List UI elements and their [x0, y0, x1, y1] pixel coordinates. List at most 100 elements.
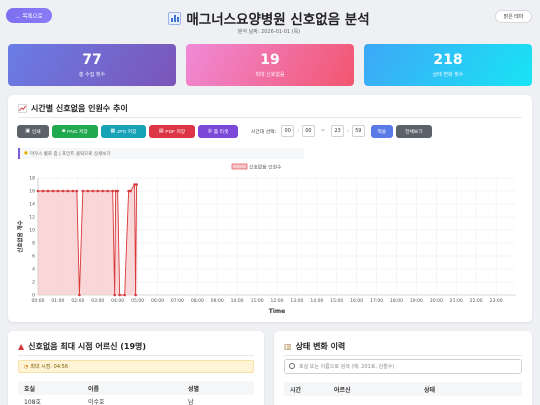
data-point[interactable]	[135, 183, 138, 186]
history-section-title: ▥ 상태 변화 이력	[284, 341, 345, 352]
end-minute-input[interactable]: 59	[351, 125, 365, 137]
search-placeholder: 호실 또는 이름으로 검색 (예: 201호, 김철수)	[299, 364, 395, 370]
stat-state-changes: 218 상태 변화 횟수	[364, 44, 532, 86]
col-resident: 어르신	[334, 386, 351, 394]
data-point[interactable]	[81, 189, 85, 193]
colon-separator: :	[347, 128, 349, 134]
cell-room: 108호	[24, 398, 41, 405]
y-axis-title: 신호없음 개수	[16, 220, 24, 252]
save-pdf-label: PDF 저장	[165, 129, 186, 135]
start-hour-input[interactable]: 00	[281, 125, 295, 137]
data-point[interactable]	[96, 189, 100, 193]
x-tick-label: 12:00	[271, 298, 284, 304]
peak-time-text: 최대 시점: 04:56	[30, 364, 69, 370]
x-tick-label: 08:00	[191, 298, 204, 304]
peak-section-title: ▲ 신호없음 최대 시점 어르신 (19명)	[18, 341, 146, 352]
stat-value: 19	[260, 52, 280, 68]
x-tick-label: 13:00	[290, 298, 303, 304]
col-name: 이름	[88, 385, 100, 393]
y-tick-label: 2	[32, 280, 35, 286]
theme-toggle-button[interactable]: 밝은 테마	[495, 10, 532, 23]
printer-icon: ▣	[25, 128, 30, 134]
data-point[interactable]	[61, 189, 65, 193]
peak-card: ▲ 신호없음 최대 시점 어르신 (19명) ◔ 최대 시점: 04:56 호실…	[8, 331, 264, 405]
show-all-button[interactable]: 전체보기	[395, 124, 432, 138]
data-point[interactable]	[123, 293, 126, 297]
y-tick-label: 4	[32, 267, 35, 273]
print-label: 인쇄	[31, 129, 41, 135]
data-point[interactable]	[51, 189, 55, 193]
data-point[interactable]	[118, 293, 121, 297]
x-tick-label: 20:00	[430, 298, 443, 304]
range-tilde: ~	[320, 128, 326, 134]
data-point[interactable]	[129, 189, 132, 193]
data-point[interactable]	[101, 189, 105, 193]
x-tick-label: 17:00	[370, 298, 383, 304]
legend-label: 신호없음 인원수	[249, 164, 282, 171]
save-jpg-button[interactable]: ▦ JPG 저장	[101, 124, 146, 138]
colon-separator: :	[297, 128, 299, 134]
data-point[interactable]	[106, 189, 110, 193]
analysis-date: 분석 날짜: 2026-01-01 (목)	[237, 29, 301, 35]
x-tick-label: 05:00	[131, 298, 144, 304]
data-point[interactable]	[78, 293, 81, 297]
start-minute-input[interactable]: 00	[301, 125, 315, 137]
save-png-label: PNG 저장	[67, 129, 88, 135]
col-time: 시간	[290, 386, 302, 394]
print-button[interactable]: ▣ 인쇄	[17, 124, 49, 138]
header: ← 목록으로 매그너스요양병원 신호없음 분석 분석 날짜: 2026-01-0…	[6, 6, 532, 36]
y-tick-label: 0	[32, 293, 35, 299]
history-search-input[interactable]: 호실 또는 이름으로 검색 (예: 201호, 김철수)	[284, 359, 522, 374]
clipboard-icon: ▥	[284, 342, 292, 351]
history-card: ▥ 상태 변화 이력 호실 또는 이름으로 검색 (예: 201호, 김철수) …	[274, 331, 532, 405]
data-point[interactable]	[134, 293, 137, 297]
stat-max-no-signal: 19 최대 신호없음	[186, 44, 354, 86]
save-jpg-label: JPG 저장	[117, 129, 137, 135]
end-hour-input[interactable]: 23	[331, 125, 345, 137]
data-point[interactable]	[71, 189, 75, 193]
data-point[interactable]	[46, 189, 50, 193]
apply-range-button[interactable]: 적용	[370, 124, 393, 138]
divider	[18, 117, 522, 118]
magnifier-icon: ◎	[207, 128, 212, 134]
stat-value: 77	[82, 52, 102, 68]
x-axis-title: Time	[269, 308, 285, 315]
y-tick-label: 8	[32, 241, 35, 247]
x-tick-label: 03:00	[91, 298, 104, 304]
save-pdf-button[interactable]: ▤ PDF 저장	[149, 124, 195, 138]
chart-section-title-text: 시간별 신호없음 인원수 추이	[31, 104, 128, 113]
table-row[interactable]: 108호 이수호 남	[18, 395, 254, 405]
x-tick-label: 04:00	[111, 298, 124, 304]
y-tick-label: 18	[29, 176, 35, 182]
peak-section-title-text: 신호없음 최대 시점 어르신 (19명)	[28, 342, 147, 351]
data-point[interactable]	[86, 189, 90, 193]
peak-table: 호실 이름 성별 108호 이수호 남	[18, 381, 254, 405]
data-point[interactable]	[113, 293, 116, 297]
siren-icon: ▲	[18, 342, 25, 351]
time-range-label: 시간대 선택:	[251, 129, 277, 135]
save-png-button[interactable]: ◙ PNG 저장	[52, 124, 98, 138]
camera-icon: ◙	[62, 128, 66, 134]
data-point[interactable]	[75, 189, 79, 193]
cell-name: 이수호	[88, 398, 105, 405]
x-tick-label: 16:00	[350, 298, 363, 304]
chart-card: 시간별 신호없음 인원수 추이 ▣ 인쇄 ◙ PNG 저장 ▦ JPG 저장 ▤ PDF…	[8, 95, 532, 322]
x-tick-label: 06:00	[151, 298, 164, 304]
no-signal-chart[interactable]: 0 2 4 6 8 10 12 14 16 18 00:00 01:00 02:00 03:00 04:00…	[8, 159, 532, 322]
data-point[interactable]	[116, 189, 119, 193]
col-room: 호실	[24, 385, 36, 393]
cell-gender: 남	[188, 398, 194, 405]
data-point[interactable]	[66, 189, 70, 193]
x-tick-label: 21:00	[450, 298, 463, 304]
data-point[interactable]	[36, 189, 40, 193]
data-point[interactable]	[41, 189, 45, 193]
stats-row: 77 총 수집 횟수 19 최대 신호없음 218 상태 변화 횟수	[8, 44, 532, 86]
page-title-text: 매그너스요양병원 신호없음 분석	[186, 12, 370, 28]
data-point[interactable]	[56, 189, 60, 193]
data-point[interactable]	[91, 189, 95, 193]
peak-time-banner: ◔ 최대 시점: 04:56	[18, 360, 254, 373]
zoom-reset-button[interactable]: ◎ 줌 리셋	[198, 124, 238, 138]
data-point[interactable]	[111, 189, 114, 193]
x-tick-label: 00:00	[32, 298, 45, 304]
y-tick-label: 10	[29, 228, 35, 234]
